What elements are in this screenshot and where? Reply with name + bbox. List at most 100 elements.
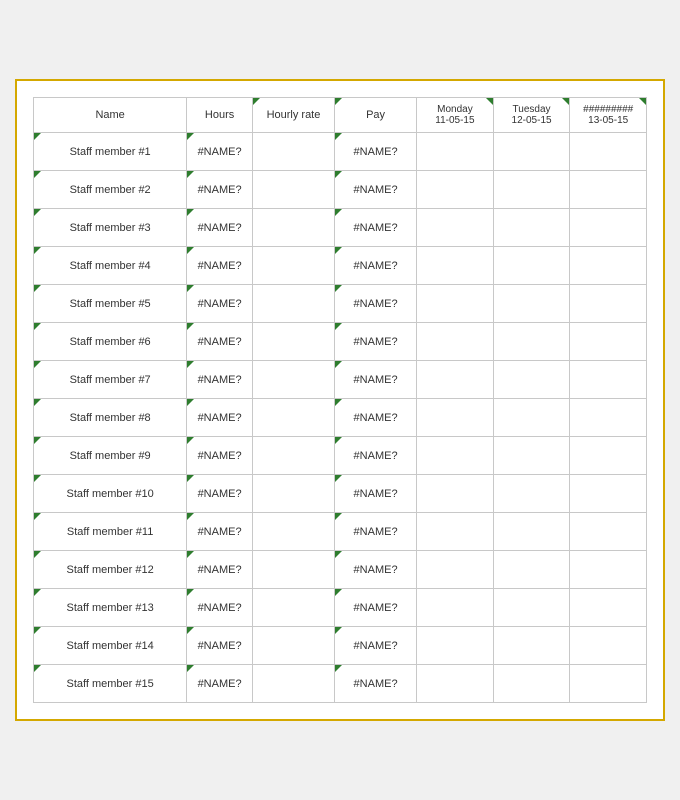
cell-name[interactable]: Staff member #6: [34, 323, 187, 361]
cell-name[interactable]: Staff member #13: [34, 589, 187, 627]
cell-pay[interactable]: #NAME?: [335, 209, 417, 247]
cell-day[interactable]: [570, 437, 647, 475]
cell-hours[interactable]: #NAME?: [187, 475, 253, 513]
cell-pay[interactable]: #NAME?: [335, 285, 417, 323]
cell-name[interactable]: Staff member #1: [34, 133, 187, 171]
cell-day[interactable]: [417, 513, 494, 551]
cell-name[interactable]: Staff member #4: [34, 247, 187, 285]
cell-hours[interactable]: #NAME?: [187, 133, 253, 171]
cell-pay[interactable]: #NAME?: [335, 475, 417, 513]
cell-hours[interactable]: #NAME?: [187, 209, 253, 247]
cell-pay[interactable]: #NAME?: [335, 361, 417, 399]
cell-day[interactable]: [417, 361, 494, 399]
cell-day[interactable]: [493, 475, 570, 513]
cell-day[interactable]: [493, 209, 570, 247]
cell-day[interactable]: [493, 513, 570, 551]
cell-day[interactable]: [570, 209, 647, 247]
cell-name[interactable]: Staff member #14: [34, 627, 187, 665]
cell-day[interactable]: [417, 437, 494, 475]
cell-day[interactable]: [417, 665, 494, 703]
cell-name[interactable]: Staff member #11: [34, 513, 187, 551]
cell-pay[interactable]: #NAME?: [335, 627, 417, 665]
cell-hours[interactable]: #NAME?: [187, 589, 253, 627]
cell-hourly-rate[interactable]: [252, 285, 334, 323]
cell-day[interactable]: [570, 665, 647, 703]
cell-day[interactable]: [570, 399, 647, 437]
cell-hourly-rate[interactable]: [252, 399, 334, 437]
cell-day[interactable]: [570, 171, 647, 209]
cell-name[interactable]: Staff member #9: [34, 437, 187, 475]
cell-day[interactable]: [417, 285, 494, 323]
cell-day[interactable]: [417, 627, 494, 665]
cell-day[interactable]: [570, 551, 647, 589]
cell-day[interactable]: [570, 475, 647, 513]
cell-day[interactable]: [417, 247, 494, 285]
cell-name[interactable]: Staff member #8: [34, 399, 187, 437]
cell-day[interactable]: [493, 665, 570, 703]
cell-name[interactable]: Staff member #10: [34, 475, 187, 513]
cell-day[interactable]: [493, 437, 570, 475]
cell-day[interactable]: [493, 323, 570, 361]
cell-hours[interactable]: #NAME?: [187, 399, 253, 437]
cell-pay[interactable]: #NAME?: [335, 399, 417, 437]
cell-hours[interactable]: #NAME?: [187, 627, 253, 665]
cell-day[interactable]: [493, 589, 570, 627]
cell-day[interactable]: [570, 361, 647, 399]
cell-day[interactable]: [417, 133, 494, 171]
cell-hourly-rate[interactable]: [252, 475, 334, 513]
cell-name[interactable]: Staff member #15: [34, 665, 187, 703]
cell-day[interactable]: [570, 513, 647, 551]
cell-hourly-rate[interactable]: [252, 627, 334, 665]
cell-day[interactable]: [417, 399, 494, 437]
cell-hourly-rate[interactable]: [252, 589, 334, 627]
cell-hourly-rate[interactable]: [252, 551, 334, 589]
cell-name[interactable]: Staff member #12: [34, 551, 187, 589]
cell-hours[interactable]: #NAME?: [187, 513, 253, 551]
cell-day[interactable]: [417, 589, 494, 627]
cell-hours[interactable]: #NAME?: [187, 361, 253, 399]
cell-day[interactable]: [493, 285, 570, 323]
cell-hours[interactable]: #NAME?: [187, 171, 253, 209]
cell-day[interactable]: [417, 551, 494, 589]
cell-hours[interactable]: #NAME?: [187, 551, 253, 589]
cell-day[interactable]: [570, 589, 647, 627]
cell-day[interactable]: [493, 399, 570, 437]
cell-hours[interactable]: #NAME?: [187, 665, 253, 703]
cell-pay[interactable]: #NAME?: [335, 323, 417, 361]
cell-hours[interactable]: #NAME?: [187, 285, 253, 323]
cell-hourly-rate[interactable]: [252, 513, 334, 551]
cell-day[interactable]: [493, 361, 570, 399]
cell-name[interactable]: Staff member #3: [34, 209, 187, 247]
cell-hours[interactable]: #NAME?: [187, 437, 253, 475]
cell-hourly-rate[interactable]: [252, 133, 334, 171]
cell-pay[interactable]: #NAME?: [335, 247, 417, 285]
cell-pay[interactable]: #NAME?: [335, 133, 417, 171]
cell-day[interactable]: [493, 171, 570, 209]
cell-hourly-rate[interactable]: [252, 437, 334, 475]
cell-hourly-rate[interactable]: [252, 247, 334, 285]
cell-day[interactable]: [570, 247, 647, 285]
cell-day[interactable]: [417, 209, 494, 247]
cell-name[interactable]: Staff member #5: [34, 285, 187, 323]
cell-hourly-rate[interactable]: [252, 361, 334, 399]
cell-day[interactable]: [493, 551, 570, 589]
cell-hourly-rate[interactable]: [252, 665, 334, 703]
cell-day[interactable]: [417, 323, 494, 361]
cell-day[interactable]: [417, 171, 494, 209]
cell-day[interactable]: [493, 627, 570, 665]
cell-pay[interactable]: #NAME?: [335, 513, 417, 551]
cell-day[interactable]: [570, 133, 647, 171]
cell-pay[interactable]: #NAME?: [335, 171, 417, 209]
cell-name[interactable]: Staff member #2: [34, 171, 187, 209]
cell-hourly-rate[interactable]: [252, 323, 334, 361]
cell-day[interactable]: [570, 285, 647, 323]
cell-day[interactable]: [570, 323, 647, 361]
cell-day[interactable]: [417, 475, 494, 513]
cell-pay[interactable]: #NAME?: [335, 437, 417, 475]
cell-name[interactable]: Staff member #7: [34, 361, 187, 399]
cell-hours[interactable]: #NAME?: [187, 323, 253, 361]
cell-day[interactable]: [493, 133, 570, 171]
cell-hourly-rate[interactable]: [252, 171, 334, 209]
cell-pay[interactable]: #NAME?: [335, 665, 417, 703]
cell-hourly-rate[interactable]: [252, 209, 334, 247]
